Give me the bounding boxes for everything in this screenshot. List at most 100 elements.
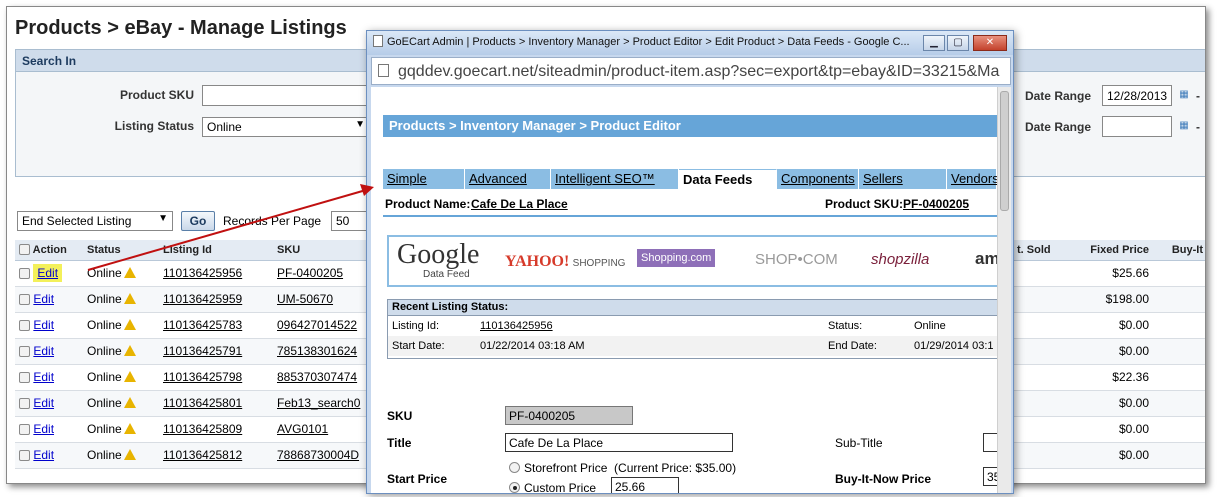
address-bar[interactable]: gqddev.goecart.net/siteadmin/product-ite… xyxy=(371,57,1011,85)
status-text: Online xyxy=(87,396,122,410)
col-buy-it[interactable]: Buy-It xyxy=(1153,240,1205,261)
tab-components[interactable]: Components xyxy=(777,169,859,189)
sku-link[interactable]: UM-50670 xyxy=(277,292,333,306)
col-sku[interactable]: SKU xyxy=(273,240,373,261)
popup-title: GoECart Admin | Products > Inventory Man… xyxy=(387,36,910,48)
date-range-end-input[interactable] xyxy=(1102,116,1172,137)
listing-id-link[interactable]: 110136425801 xyxy=(163,396,242,410)
calendar-icon[interactable]: ▦ xyxy=(1178,89,1190,101)
col-listing-id[interactable]: Listing Id xyxy=(159,240,273,261)
title-label: Title xyxy=(387,436,412,450)
status-text: Online xyxy=(87,370,122,384)
maximize-icon[interactable]: ▢ xyxy=(947,35,969,51)
custom-price-input[interactable]: 25.66 xyxy=(611,477,679,493)
row-checkbox[interactable] xyxy=(19,346,30,358)
row-checkbox[interactable] xyxy=(19,294,30,306)
start-date-label: Start Date: xyxy=(392,340,445,352)
listing-id-link[interactable]: 110136425791 xyxy=(163,344,242,358)
listing-id-link[interactable]: 110136425809 xyxy=(163,422,242,436)
row-checkbox[interactable] xyxy=(19,372,30,384)
shopzilla-logo[interactable]: shopzilla xyxy=(871,251,929,268)
status-text: Online xyxy=(87,292,122,306)
listing-id-link[interactable]: 110136425956 xyxy=(480,320,553,332)
storefront-price-option[interactable]: Storefront Price (Current Price: $35.00) xyxy=(509,461,736,475)
custom-radio[interactable] xyxy=(509,482,520,493)
title-input[interactable]: Cafe De La Place xyxy=(505,433,733,452)
product-name-link[interactable]: Cafe De La Place xyxy=(471,197,568,211)
warning-icon xyxy=(123,371,136,382)
sku-link[interactable]: 885370307474 xyxy=(277,370,357,384)
storefront-label: Storefront Price xyxy=(524,461,608,475)
row-checkbox[interactable] xyxy=(19,268,30,280)
listing-status-label: Listing Status xyxy=(114,119,194,133)
tab-simple[interactable]: Simple xyxy=(383,169,465,189)
listing-id-link[interactable]: 110136425798 xyxy=(163,370,242,384)
popup-scrollbar[interactable] xyxy=(997,87,1011,493)
row-checkbox[interactable] xyxy=(19,450,30,462)
sku-link[interactable]: Feb13_search0 xyxy=(277,396,360,410)
chevron-down-icon: ▼ xyxy=(158,213,168,224)
edit-link[interactable]: Edit xyxy=(33,370,54,384)
yahoo-logo[interactable]: YAHOO! SHOPPING xyxy=(505,253,625,271)
select-all-checkbox[interactable] xyxy=(19,244,30,256)
buy-now-label: Buy-It-Now Price xyxy=(835,472,932,486)
date-range-start-input[interactable]: 12/28/2013 xyxy=(1102,85,1172,106)
tab-data-feeds[interactable]: Data Feeds xyxy=(679,169,777,189)
listing-status-select[interactable]: Online ▼ xyxy=(202,117,370,137)
row-checkbox[interactable] xyxy=(19,320,30,332)
bulk-action-select[interactable]: End Selected Listing ▼ xyxy=(17,211,173,231)
tab-vendors[interactable]: Vendors xyxy=(947,169,999,189)
listing-id-link[interactable]: 110136425956 xyxy=(163,266,242,280)
warning-icon xyxy=(123,345,136,356)
sku-link[interactable]: AVG0101 xyxy=(277,422,328,436)
listing-id-link[interactable]: 110136425812 xyxy=(163,448,242,462)
tab-intelligent-seo[interactable]: Intelligent SEO™ xyxy=(551,169,679,189)
row-checkbox[interactable] xyxy=(19,424,30,436)
fixed-price: $25.66 xyxy=(1067,260,1153,287)
subtitle-label: Sub-Title xyxy=(835,436,883,450)
edit-link[interactable]: Edit xyxy=(33,344,54,358)
go-button[interactable]: Go xyxy=(181,211,215,231)
editor-breadcrumb: Products > Inventory Manager > Product E… xyxy=(383,115,997,137)
sku-link[interactable]: 785138301624 xyxy=(277,344,357,358)
storefront-radio[interactable] xyxy=(509,462,520,473)
records-per-page-select[interactable]: 50 xyxy=(331,211,371,231)
sku-link[interactable]: 096427014522 xyxy=(277,318,357,332)
tab-sellers[interactable]: Sellers xyxy=(859,169,947,189)
status-text: Online xyxy=(87,266,122,280)
tab-advanced[interactable]: Advanced xyxy=(465,169,551,189)
calendar-icon-2[interactable]: ▦ xyxy=(1178,120,1190,132)
edit-link[interactable]: Edit xyxy=(33,264,63,282)
yahoo-logo-sub: SHOPPING xyxy=(572,258,626,269)
product-editor-popup: GoECart Admin | Products > Inventory Man… xyxy=(366,30,1014,494)
amazon-logo[interactable]: am xyxy=(975,249,999,269)
shopping-logo-text: Shopping.com xyxy=(641,252,712,264)
custom-price-option[interactable]: Custom Price xyxy=(509,481,596,493)
scroll-thumb[interactable] xyxy=(1000,91,1009,211)
product-sku-link[interactable]: PF-0400205 xyxy=(903,197,969,211)
col-fixed-price[interactable]: Fixed Price xyxy=(1067,240,1153,261)
sku-link[interactable]: PF-0400205 xyxy=(277,266,343,280)
url-text: gqddev.goecart.net/siteadmin/product-ite… xyxy=(398,63,1000,80)
shopping-com-logo[interactable]: Shopping.com xyxy=(637,249,716,267)
fixed-price: $0.00 xyxy=(1067,442,1153,469)
edit-link[interactable]: Edit xyxy=(33,292,54,306)
end-date-value: 01/29/2014 03:1 xyxy=(914,340,994,352)
shop-com-logo[interactable]: SHOP•COM xyxy=(755,251,838,268)
listing-id-link[interactable]: 110136425959 xyxy=(163,292,242,306)
minimize-icon[interactable]: ▁ xyxy=(923,35,945,51)
col-sold[interactable]: t. Sold xyxy=(1013,240,1067,261)
edit-link[interactable]: Edit xyxy=(33,448,54,462)
col-status[interactable]: Status xyxy=(83,240,159,261)
status-value: Online xyxy=(914,320,946,332)
row-checkbox[interactable] xyxy=(19,398,30,410)
google-logo[interactable]: Google Data Feed xyxy=(397,241,479,281)
listing-id-link[interactable]: 110136425783 xyxy=(163,318,242,332)
close-icon[interactable]: ✕ xyxy=(973,35,1007,51)
edit-link[interactable]: Edit xyxy=(33,422,54,436)
start-price-label: Start Price xyxy=(387,472,448,486)
edit-link[interactable]: Edit xyxy=(33,396,54,410)
edit-link[interactable]: Edit xyxy=(33,318,54,332)
sku-link[interactable]: 78868730004D xyxy=(277,448,359,462)
sku-field: PF-0400205 xyxy=(505,406,633,425)
